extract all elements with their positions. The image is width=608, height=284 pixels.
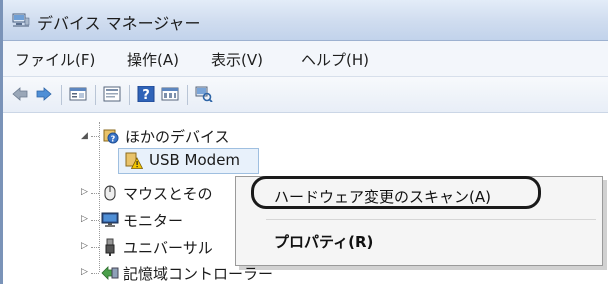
toolbar-separator bbox=[61, 85, 62, 105]
expand-arrow-icon[interactable]: ▷ bbox=[81, 214, 88, 224]
svg-text:?: ? bbox=[142, 88, 150, 102]
window-title: デバイス マネージャー bbox=[37, 14, 201, 33]
tree-node-usb-modem[interactable]: USB Modem bbox=[125, 150, 259, 172]
tree-connector bbox=[91, 220, 99, 221]
menu-view[interactable]: 表示(V) bbox=[211, 49, 263, 70]
forward-icon[interactable] bbox=[35, 86, 53, 102]
tree-connector bbox=[91, 193, 99, 194]
annotation-highlight-ring bbox=[251, 176, 541, 209]
menu-bar: ファイル(F) 操作(A) 表示(V) ヘルプ(H) bbox=[3, 41, 608, 77]
context-menu-separator bbox=[266, 219, 596, 220]
expand-arrow-icon[interactable]: ▷ bbox=[81, 267, 88, 277]
tree-label-other-devices: ほかのデバイス bbox=[125, 128, 230, 146]
tree-connector bbox=[91, 136, 99, 137]
storage-controller-icon bbox=[101, 266, 119, 280]
console-icon[interactable] bbox=[103, 86, 121, 102]
toolbar-separator bbox=[95, 85, 96, 105]
tree-connector bbox=[91, 247, 99, 248]
scan-hardware-icon[interactable] bbox=[195, 86, 213, 102]
tree-label-usb-modem: USB Modem bbox=[149, 151, 241, 169]
title-bar[interactable]: デバイス マネージャー bbox=[3, 0, 608, 41]
expand-arrow-icon[interactable]: ▷ bbox=[81, 241, 88, 251]
toolbar-separator bbox=[129, 85, 130, 105]
monitor-icon bbox=[101, 212, 119, 227]
properties-icon[interactable] bbox=[69, 86, 87, 102]
help-icon[interactable]: ? bbox=[137, 86, 155, 102]
device-manager-icon bbox=[12, 13, 30, 27]
context-menu-properties[interactable]: プロパティ(R) bbox=[274, 231, 373, 252]
expand-arrow-icon[interactable]: ▷ bbox=[81, 187, 88, 197]
tree-node-monitor[interactable]: ▷ モニター bbox=[81, 209, 241, 231]
warning-device-icon bbox=[125, 152, 143, 169]
view-icon[interactable] bbox=[161, 86, 179, 102]
device-manager-window: デバイス マネージャー ファイル(F) 操作(A) 表示(V) ヘルプ(H) ?… bbox=[0, 0, 608, 284]
toolbar: ? bbox=[3, 77, 608, 113]
mouse-icon bbox=[104, 185, 116, 201]
menu-file[interactable]: ファイル(F) bbox=[15, 49, 95, 70]
tree-label-monitor: モニター bbox=[123, 212, 184, 230]
tree-connector bbox=[91, 273, 99, 274]
svg-text:?: ? bbox=[111, 135, 116, 144]
menu-action[interactable]: 操作(A) bbox=[127, 49, 179, 70]
tree-label-mouse: マウスとその bbox=[123, 185, 213, 203]
menu-help[interactable]: ヘルプ(H) bbox=[301, 49, 369, 70]
toolbar-separator bbox=[187, 85, 188, 105]
back-icon[interactable] bbox=[11, 86, 29, 102]
unknown-device-icon: ? bbox=[103, 129, 119, 144]
tree-node-other-devices[interactable]: ◢ ? ほかのデバイス bbox=[81, 125, 381, 147]
usb-plug-icon bbox=[105, 238, 115, 256]
tree-node-usb-controllers[interactable]: ▷ ユニバーサル bbox=[81, 236, 241, 258]
tree-node-mouse[interactable]: ▷ マウスとその bbox=[81, 182, 241, 204]
tree-label-usb-controllers: ユニバーサル bbox=[123, 239, 213, 257]
collapse-arrow-icon[interactable]: ◢ bbox=[81, 131, 88, 141]
